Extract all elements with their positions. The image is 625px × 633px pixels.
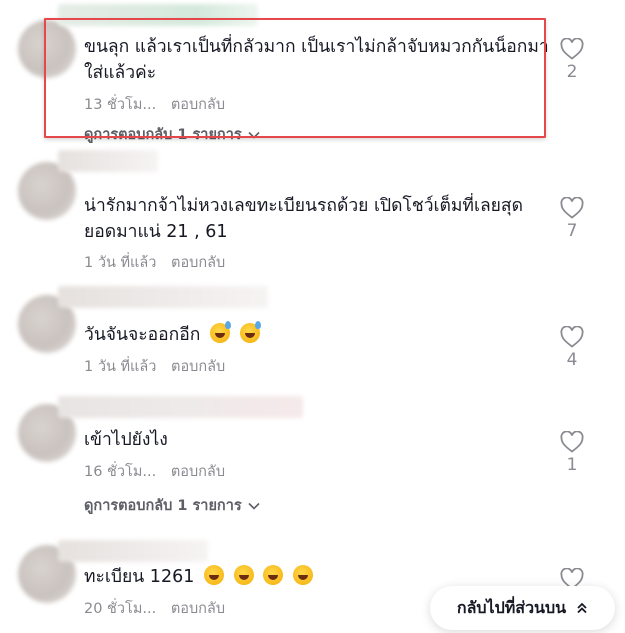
comment-text: น่ารักมากจ้าไม่หวงเลขทะเบียนรถด้วย เปิดโ…: [84, 196, 523, 242]
comment-time: 16 ชั่วโม...: [84, 464, 157, 480]
reply-button[interactable]: ตอบกลับ: [171, 601, 225, 617]
heart-outline-icon: [560, 431, 584, 453]
chevron-down-icon: [248, 502, 260, 510]
comment-time: 1 วัน ที่แล้ว: [84, 359, 157, 375]
like-count: 2: [566, 62, 578, 82]
comment-text-body: ทะเบียน 1261: [84, 567, 195, 587]
back-to-top-button[interactable]: กลับไปที่ส่วนบน: [430, 586, 615, 630]
reply-button[interactable]: ตอบกลับ: [171, 464, 225, 480]
comment-text: วันจันจะออกอีก: [84, 321, 554, 348]
comment-time: 20 ชั่วโม...: [84, 601, 157, 617]
comment-text-body: วันจันจะออกอีก: [84, 325, 201, 345]
comment-meta: 16 ชั่วโม... ตอบกลับ: [84, 460, 225, 483]
heart-outline-icon: [560, 197, 584, 219]
laughing-emoji-icon: [263, 565, 284, 585]
laughing-emoji-icon: [292, 565, 313, 585]
heart-outline-icon: [560, 38, 584, 60]
view-replies-label: ดูการตอบกลับ 1 รายการ: [84, 498, 242, 514]
reply-button[interactable]: ตอบกลับ: [171, 359, 225, 375]
username-blurred[interactable]: [58, 150, 158, 172]
laughing-emoji-icon: [233, 565, 254, 585]
like-button[interactable]: 7: [556, 197, 588, 241]
comment-meta: 20 ชั่วโม... ตอบกลับ: [84, 597, 225, 620]
highlight-box: [44, 18, 546, 138]
comment-text: เข้าไปยังไง: [84, 430, 168, 450]
like-button[interactable]: 1: [556, 431, 588, 475]
comment-meta: 1 วัน ที่แล้ว ตอบกลับ: [84, 355, 225, 378]
laughing-emoji-icon: [203, 565, 224, 585]
reply-button[interactable]: ตอบกลับ: [171, 255, 225, 271]
grinning-sweat-emoji-icon: [239, 321, 261, 343]
username-blurred[interactable]: [58, 286, 268, 308]
comment-time: 1 วัน ที่แล้ว: [84, 255, 157, 271]
back-to-top-label: กลับไปที่ส่วนบน: [456, 597, 567, 617]
grinning-sweat-emoji-icon: [209, 321, 231, 343]
heart-outline-icon: [560, 326, 584, 348]
username-blurred[interactable]: [58, 540, 208, 562]
view-replies-button[interactable]: ดูการตอบกลับ 1 รายการ: [84, 494, 260, 517]
comment-meta: 1 วัน ที่แล้ว ตอบกลับ: [84, 251, 225, 274]
like-count: 4: [566, 350, 578, 370]
like-count: 7: [566, 221, 578, 241]
username-blurred[interactable]: [58, 396, 303, 418]
like-button[interactable]: 2: [556, 38, 588, 82]
like-count: 1: [566, 455, 578, 475]
chevron-double-up-icon: [577, 602, 587, 614]
like-button[interactable]: 4: [556, 326, 588, 370]
